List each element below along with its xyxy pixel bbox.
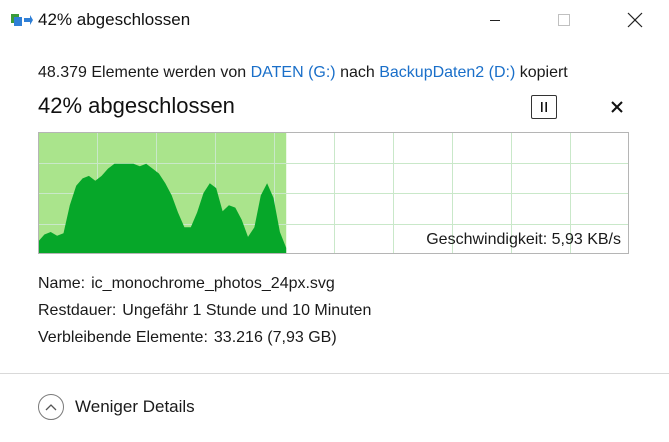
pause-icon (541, 102, 547, 112)
pause-button[interactable] (531, 95, 557, 119)
maximize-icon (558, 14, 570, 26)
close-icon (611, 101, 623, 113)
chevron-up-icon (38, 394, 64, 420)
detail-remaining-items: Verbleibende Elemente: 33.216 (7,93 GB) (38, 329, 337, 347)
status-suffix: kopiert (515, 64, 568, 81)
name-label: Name: (38, 275, 86, 292)
maximize-button[interactable] (541, 0, 587, 40)
progress-heading: 42% abgeschlossen (38, 93, 235, 118)
detail-remaining-time: Restdauer: Ungefähr 1 Stunde und 10 Minut… (38, 302, 371, 320)
remaining-value: Ungefähr 1 Stunde und 10 Minuten (122, 302, 372, 319)
source-link[interactable]: DATEN (G:) (251, 64, 336, 81)
status-prefix: 48.379 Elemente werden von (38, 64, 251, 81)
file-copy-icon (11, 13, 33, 27)
copy-status-line: 48.379 Elemente werden von DATEN (G:) na… (38, 64, 568, 82)
destination-link[interactable]: BackupDaten2 (D:) (379, 64, 515, 81)
items-label: Verbleibende Elemente: (38, 329, 208, 346)
speed-label: Geschwindigkeit: 5,93 KB/s (426, 231, 621, 248)
items-value: 33.216 (7,93 GB) (213, 329, 337, 346)
remaining-label: Restdauer: (38, 302, 117, 319)
minimize-icon (490, 20, 500, 21)
speed-graph: Geschwindigkeit: 5,93 KB/s (38, 132, 629, 254)
status-middle: nach (335, 64, 380, 81)
cancel-copy-button[interactable] (604, 95, 630, 119)
minimize-button[interactable] (472, 0, 518, 40)
title-bar: 42% abgeschlossen (0, 0, 669, 40)
window-title: 42% abgeschlossen (38, 10, 191, 29)
close-icon (627, 12, 643, 28)
less-details-toggle[interactable]: Weniger Details (38, 392, 195, 422)
less-details-label: Weniger Details (75, 397, 195, 416)
close-window-button[interactable] (612, 0, 658, 40)
detail-name: Name: ic_monochrome_photos_24px.svg (38, 275, 335, 293)
name-value: ic_monochrome_photos_24px.svg (91, 275, 335, 292)
